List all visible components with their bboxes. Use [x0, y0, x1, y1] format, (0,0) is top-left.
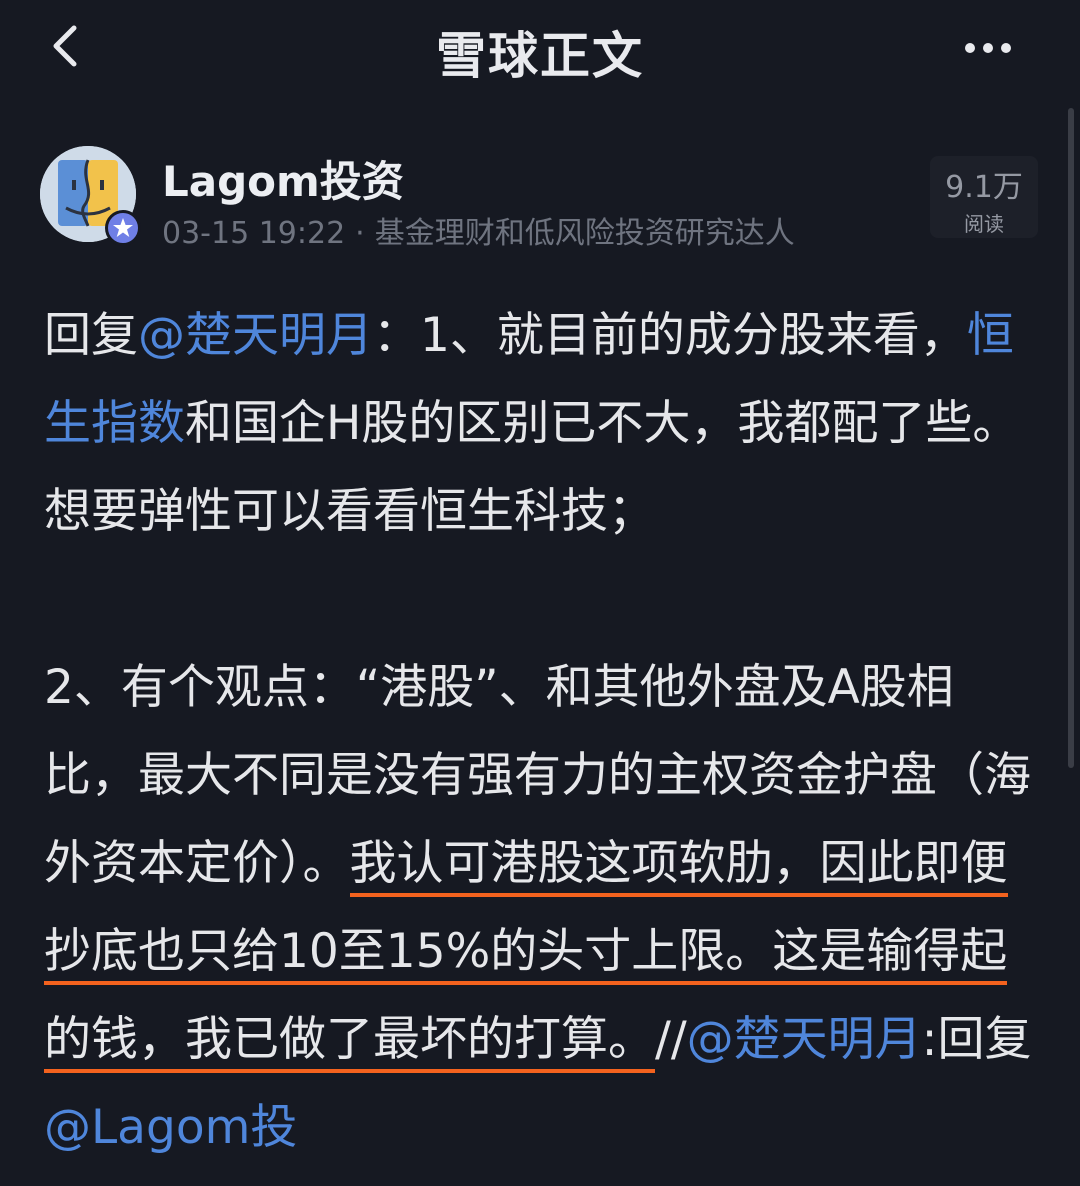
- read-count-box: 9.1万 阅读: [930, 156, 1038, 238]
- paragraph-text: ：1、就目前的成分股来看，: [373, 308, 967, 363]
- post-meta: 03-15 19:22 · 基金理财和低风险投资研究达人: [162, 208, 795, 252]
- post-content: 回复@楚天明月：1、就目前的成分股来看，恒生指数和国企H股的区别已不大，我都配了…: [44, 292, 1040, 1172]
- top-nav: 雪球正文: [0, 0, 1080, 100]
- paragraph-text: :回复: [921, 1012, 1032, 1067]
- reply-prefix: 回复: [44, 308, 138, 363]
- verified-badge: [105, 210, 141, 246]
- mention-link[interactable]: @楚天明月: [687, 1012, 922, 1067]
- star-badge-icon: [113, 218, 133, 237]
- more-button[interactable]: [958, 26, 1018, 70]
- author-tagline: 基金理财和低风险投资研究达人: [374, 216, 795, 251]
- read-count: 9.1万: [945, 170, 1023, 205]
- post-time: 03-15 19:22: [162, 216, 346, 251]
- mention-link[interactable]: @Lagom投: [44, 1100, 297, 1155]
- scrollbar[interactable]: [1068, 108, 1074, 768]
- author-name[interactable]: Lagom投资: [162, 148, 404, 209]
- meta-separator: ·: [355, 216, 365, 251]
- read-label: 阅读: [964, 212, 1004, 236]
- post-paragraph-1: 回复@楚天明月：1、就目前的成分股来看，恒生指数和国企H股的区别已不大，我都配了…: [44, 292, 1040, 556]
- more-horizontal-icon: [965, 43, 1011, 53]
- mention-link[interactable]: @楚天明月: [138, 308, 373, 363]
- post-paragraph-2: 2、有个观点：“港股”、和其他外盘及A股相比，最大不同是没有强有力的主权资金护盘…: [44, 644, 1040, 1172]
- repost-separator: //: [655, 1012, 687, 1067]
- paragraph-text: 和国企H股的区别已不大，我都配了些。想要弹性可以看看恒生科技；: [44, 396, 1020, 539]
- post-screen: 雪球正文 Lagom投资 03-15 19:22 · 基金理财和低风险投资研究达人: [0, 0, 1080, 1186]
- page-title: 雪球正文: [436, 27, 644, 85]
